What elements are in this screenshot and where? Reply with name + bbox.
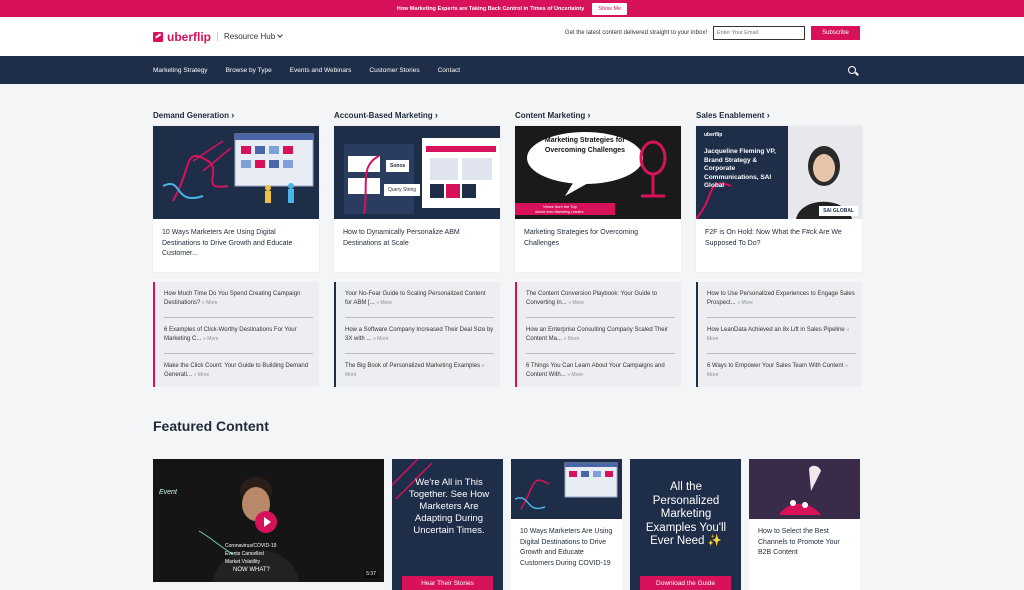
card-thumbnail [511, 459, 622, 519]
board-line: Market Volatility [225, 559, 261, 565]
column-title[interactable]: Demand Generation › [153, 110, 319, 120]
thumb-tag: Views from the Top [543, 204, 577, 209]
card-thumbnail: Sonos Query String [334, 126, 500, 219]
chevron-right-icon: › [231, 110, 235, 120]
play-icon[interactable] [255, 511, 277, 533]
resource-hub-dropdown[interactable]: Resource Hub [217, 32, 283, 41]
nav-browse-by-type[interactable]: Browse by Type [226, 67, 272, 74]
list-item[interactable]: How Much Time Do You Spend Creating Camp… [164, 282, 313, 318]
column-title[interactable]: Sales Enablement › [696, 110, 862, 120]
chevron-right-icon: › [587, 110, 591, 120]
card-text: We're All in This Together. See How Mark… [408, 477, 490, 536]
uberflip-logo[interactable]: uberflip [153, 30, 211, 44]
hear-their-stories-button[interactable]: Hear Their Stories [402, 576, 493, 590]
site-header: uberflip Resource Hub Get the latest con… [0, 17, 1024, 56]
featured-card[interactable]: uberflip Jacqueline Fleming VP, Brand St… [696, 126, 862, 272]
related-links: How Much Time Do You Spend Creating Camp… [153, 282, 319, 387]
thumb-sub: Advice from Marketing Leaders [535, 210, 584, 214]
promo-text: How Marketing Experts are Taking Back Co… [396, 5, 585, 12]
thumb-badge: SAI GLOBAL [819, 206, 858, 216]
list-item[interactable]: 6 Examples of Click-Worthy Destinations … [164, 318, 313, 354]
subscribe-text: Get the latest content delivered straigh… [564, 30, 707, 36]
featured-card[interactable]: 10 Ways Marketers Are Using Digital Dest… [153, 126, 319, 272]
card-thumbnail [749, 459, 860, 519]
featured-card-together[interactable]: We're All in This Together. See How Mark… [392, 459, 503, 590]
featured-card-channels[interactable]: How to Select the Best Channels to Promo… [749, 459, 860, 590]
hub-label: Resource Hub [224, 32, 276, 41]
card-thumbnail [153, 126, 319, 219]
list-item[interactable]: Make the Click Count: Your Guide to Buil… [164, 354, 313, 390]
list-item[interactable]: The Big Book of Personalized Marketing E… [345, 354, 494, 390]
card-text: How to Select the Best Channels to Promo… [758, 528, 840, 556]
list-item[interactable]: How to Use Personalized Experiences to E… [707, 282, 856, 318]
category-columns: Demand Generation › 10 Ways Marketers Ar… [153, 110, 862, 387]
column-title[interactable]: Content Marketing › [515, 110, 681, 120]
list-item[interactable]: How LeanData Achieved an 8x Lift in Sale… [707, 318, 856, 354]
nav-marketing-strategy[interactable]: Marketing Strategy [153, 67, 208, 74]
email-input[interactable] [713, 26, 805, 40]
card-title: 10 Ways Marketers Are Using Digital Dest… [162, 229, 293, 257]
thumb-logo: uberflip [704, 132, 723, 138]
list-item[interactable]: Your No-Fear Guide to Scaling Personaliz… [345, 282, 494, 318]
list-item[interactable]: The Content Conversion Playbook: Your Gu… [526, 282, 675, 318]
subscribe-form: Get the latest content delivered straigh… [565, 26, 860, 40]
thumb-speaker: Jacqueline Fleming VP, Brand Strategy & … [704, 148, 776, 189]
board-line: Events Cancelled [225, 551, 264, 557]
card-text: All the Personalized Marketing Examples … [645, 481, 727, 547]
uberflip-mark-icon [153, 31, 163, 42]
chevron-right-icon: › [766, 110, 770, 120]
card-thumbnail: uberflip Jacqueline Fleming VP, Brand St… [696, 126, 862, 219]
card-text: 10 Ways Marketers Are Using Digital Dest… [520, 528, 613, 567]
download-the-guide-button[interactable]: Download the Guide [640, 576, 731, 590]
show-me-button[interactable]: Show Me [592, 2, 628, 15]
featured-card[interactable]: Sonos Query String How to Dynamically Pe… [334, 126, 500, 272]
featured-card-destinations[interactable]: 10 Ways Marketers Are Using Digital Dest… [511, 459, 622, 590]
column-demand-generation: Demand Generation › 10 Ways Marketers Ar… [153, 110, 319, 387]
card-thumbnail: Marketing Strategies for Overcoming Chal… [515, 126, 681, 219]
list-item[interactable]: How an Enterprise Consulting Company Sca… [526, 318, 675, 354]
promo-bar: How Marketing Experts are Taking Back Co… [0, 0, 1024, 17]
card-title: Marketing Strategies for Overcoming Chal… [524, 229, 638, 247]
featured-card[interactable]: Marketing Strategies for Overcoming Chal… [515, 126, 681, 272]
chevron-right-icon: › [434, 110, 438, 120]
board-line: Event [159, 489, 177, 496]
card-title: F2F is On Hold: Now What the F#ck Are We… [705, 229, 842, 247]
related-links: How to Use Personalized Experiences to E… [696, 282, 862, 387]
list-item[interactable]: How a Software Company Increased Their D… [345, 318, 494, 354]
thumb-headline: Marketing Strategies for Overcoming Chal… [544, 137, 626, 154]
search-icon[interactable] [848, 66, 858, 76]
list-item[interactable]: 6 Ways to Empower Your Sales Team With C… [707, 354, 856, 390]
column-account-based-marketing: Account-Based Marketing › Sonos Query St… [334, 110, 500, 387]
thumb-label-sonos: Sonos [386, 160, 410, 172]
thumb-label-query: Query String [384, 184, 421, 196]
related-links: The Content Conversion Playbook: Your Gu… [515, 282, 681, 387]
board-line: Coronavirus/COVID-19 [225, 543, 277, 549]
chevron-down-icon [277, 32, 283, 38]
main-nav: Marketing Strategy Browse by Type Events… [0, 56, 1024, 84]
board-line: NOW WHAT? [233, 567, 270, 573]
subscribe-button[interactable]: Subscribe [811, 26, 860, 40]
nav-customer-stories[interactable]: Customer Stories [369, 67, 419, 74]
column-content-marketing: Content Marketing › Marketing Strategies… [515, 110, 681, 387]
featured-video[interactable]: Event Coronavirus/COVID-19 Events Cancel… [153, 459, 384, 582]
related-links: Your No-Fear Guide to Scaling Personaliz… [334, 282, 500, 387]
nav-events-and-webinars[interactable]: Events and Webinars [290, 67, 352, 74]
card-title: How to Dynamically Personalize ABM Desti… [343, 229, 460, 247]
featured-card-personalized[interactable]: All the Personalized Marketing Examples … [630, 459, 741, 590]
video-duration: 5:37 [364, 570, 378, 578]
list-item[interactable]: 6 Things You Can Learn About Your Campai… [526, 354, 675, 390]
column-sales-enablement: Sales Enablement › uberflip Jacqueline F… [696, 110, 862, 387]
column-title[interactable]: Account-Based Marketing › [334, 110, 500, 120]
featured-heading: Featured Content [153, 418, 269, 434]
logo-text: uberflip [167, 29, 211, 44]
nav-contact[interactable]: Contact [438, 67, 460, 74]
